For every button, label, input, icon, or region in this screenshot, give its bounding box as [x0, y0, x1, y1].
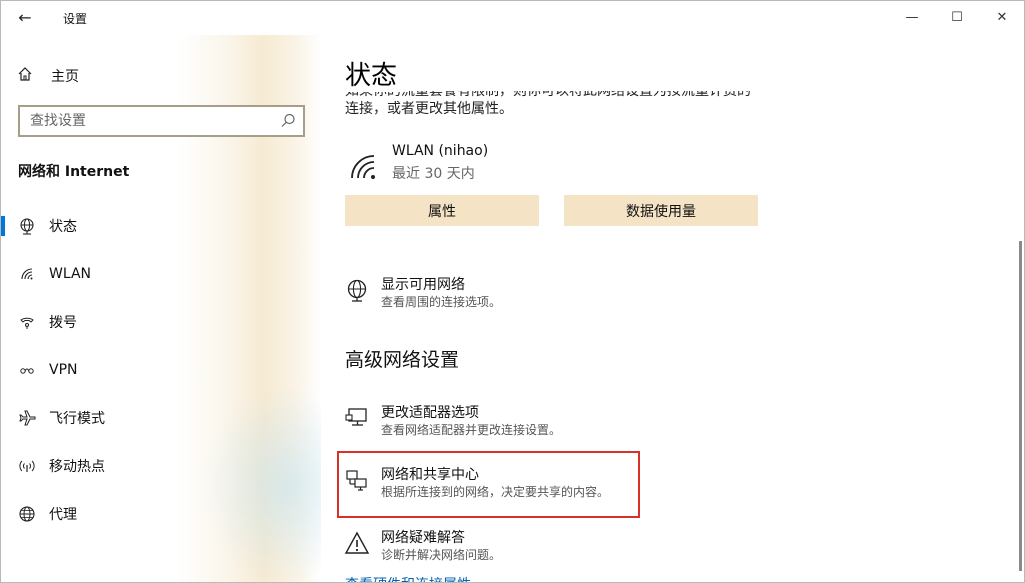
advanced-settings-heading: 高级网络设置 [345, 349, 460, 371]
home-icon [17, 66, 37, 86]
dialup-icon [17, 312, 37, 332]
window-title: 设置 [63, 12, 88, 26]
wifi-signal-icon [349, 151, 379, 181]
hardware-properties-link[interactable]: 查看硬件和连接属性 [345, 575, 471, 582]
show-networks-title: 显示可用网络 [381, 277, 465, 293]
back-arrow-icon: ← [18, 8, 32, 27]
sidebar-item-proxy[interactable]: 代理 [1, 496, 301, 532]
sidebar-section-title: 网络和 Internet [18, 164, 130, 180]
active-indicator [1, 216, 5, 236]
sidebar-item-label: 代理 [49, 507, 77, 523]
change-adapter-link[interactable]: 更改适配器选项 查看网络适配器并更改连接设置。 [345, 402, 765, 442]
connection-status: WLAN (nihao) 最近 30 天内 [349, 143, 649, 187]
connection-subtitle: 最近 30 天内 [392, 166, 475, 182]
close-button[interactable]: ✕ [979, 1, 1024, 35]
show-networks-desc: 查看周围的连接选项。 [381, 295, 502, 309]
maximize-icon: ☐ [951, 10, 963, 25]
globe-icon [17, 504, 37, 524]
globe-status-icon [17, 216, 37, 236]
minimize-icon: — [905, 10, 919, 25]
intro-line-1: 如果你的流量套餐有限制，则你可以将此网络设置为按流量计费的 [345, 91, 751, 99]
sidebar-item-wlan[interactable]: WLAN [1, 256, 301, 292]
troubleshooter-desc: 诊断并解决网络问题。 [381, 548, 502, 562]
main-content: 状态 如果你的流量套餐有限制，则你可以将此网络设置为按流量计费的 连接，或者更改… [321, 35, 1024, 582]
page-title: 状态 [345, 55, 410, 92]
title-bar: ← 设置 — ☐ ✕ [1, 1, 1024, 35]
adapter-monitor-icon [345, 406, 369, 430]
troubleshooter-link[interactable]: 网络疑难解答 诊断并解决网络问题。 [344, 527, 765, 567]
data-usage-button[interactable]: 数据使用量 [564, 195, 758, 226]
change-adapter-desc: 查看网络适配器并更改连接设置。 [381, 423, 562, 437]
change-adapter-title: 更改适配器选项 [381, 405, 479, 421]
sidebar-item-label: 状态 [49, 219, 77, 235]
settings-window: ← 设置 — ☐ ✕ 主页 网络和 Internet [0, 0, 1025, 583]
search-input[interactable] [20, 107, 270, 135]
search-box[interactable] [18, 105, 305, 137]
vpn-icon [17, 360, 37, 380]
wifi-icon [17, 264, 37, 284]
scrollbar[interactable] [1019, 241, 1022, 571]
sidebar-item-label: 飞行模式 [49, 411, 105, 427]
connection-name: WLAN (nihao) [392, 143, 489, 159]
properties-button[interactable]: 属性 [345, 195, 539, 226]
sharing-center-title: 网络和共享中心 [381, 467, 479, 483]
sidebar-item-status[interactable]: 状态 [1, 208, 301, 244]
intro-line-2: 连接，或者更改其他属性。 [345, 101, 513, 117]
show-networks-link[interactable]: 显示可用网络 查看周围的连接选项。 [345, 274, 765, 314]
close-icon: ✕ [996, 10, 1008, 25]
sidebar-home[interactable]: 主页 [17, 65, 79, 87]
sidebar-item-label: 拨号 [49, 315, 77, 331]
minimize-button[interactable]: — [889, 1, 935, 35]
network-globe-icon [345, 278, 369, 302]
sharing-center-icon [345, 468, 369, 492]
sharing-center-desc: 根据所连接到的网络，决定要共享的内容。 [381, 485, 610, 499]
intro-text: 如果你的流量套餐有限制，则你可以将此网络设置为按流量计费的 连接，或者更改其他属… [345, 91, 765, 118]
sidebar-item-hotspot[interactable]: 移动热点 [1, 448, 301, 484]
sidebar-home-label: 主页 [51, 69, 79, 85]
sidebar-item-vpn[interactable]: VPN [1, 352, 301, 388]
sidebar-item-dialup[interactable]: 拨号 [1, 304, 301, 340]
sidebar-item-label: 移动热点 [49, 459, 105, 475]
sidebar-item-label: WLAN [49, 266, 92, 282]
sharing-center-link[interactable]: 网络和共享中心 根据所连接到的网络，决定要共享的内容。 [345, 464, 765, 504]
search-icon[interactable] [279, 112, 297, 130]
airplane-icon [17, 408, 37, 428]
sidebar: 主页 网络和 Internet 状态 WLAN 拨号 [1, 35, 321, 582]
sidebar-item-label: VPN [49, 362, 78, 378]
troubleshooter-title: 网络疑难解答 [381, 530, 465, 546]
back-button[interactable]: ← [13, 7, 37, 29]
sidebar-item-airplane[interactable]: 飞行模式 [1, 400, 301, 436]
maximize-button[interactable]: ☐ [934, 1, 980, 35]
hotspot-icon [17, 456, 37, 476]
warning-icon [344, 531, 370, 555]
